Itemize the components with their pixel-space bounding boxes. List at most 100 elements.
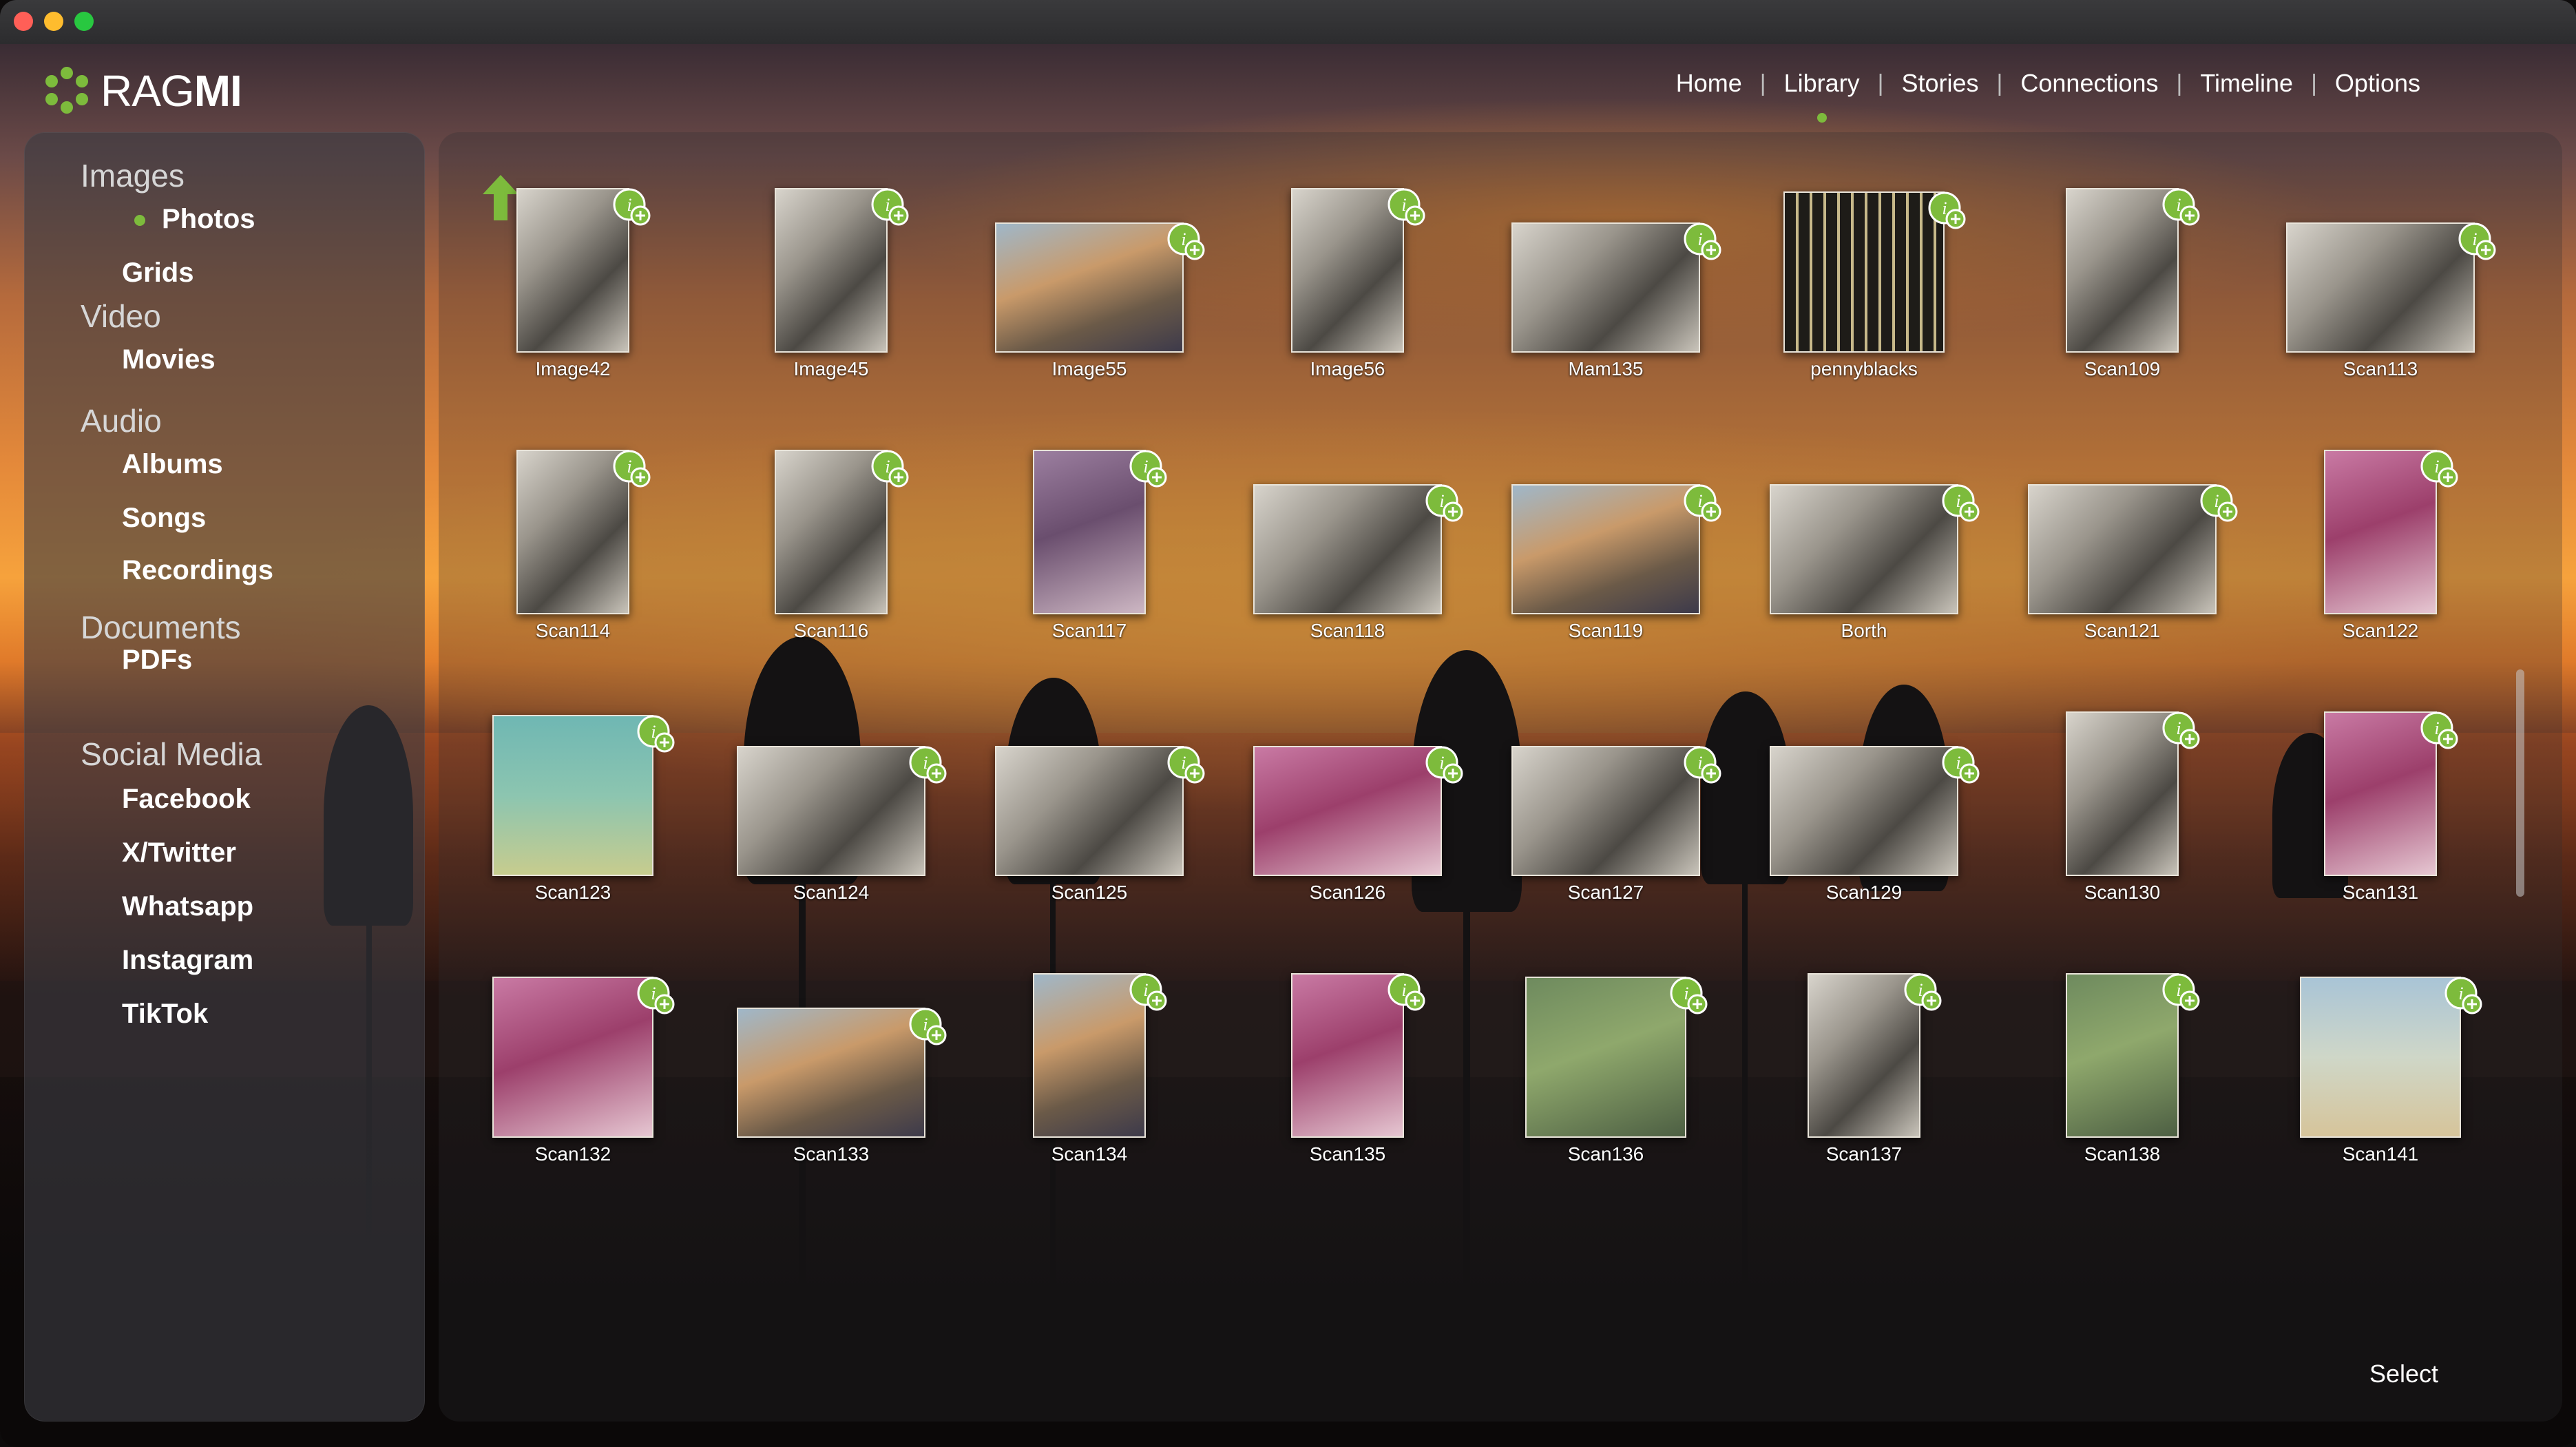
close-window-button[interactable] [14,12,33,31]
info-add-badge-icon[interactable]: i [637,977,676,1015]
info-add-badge-icon[interactable]: i [909,746,947,784]
sidebar-section-social-media[interactable]: Social Media [81,736,262,773]
photo-thumbnail[interactable] [995,746,1184,876]
sidebar-item-albums[interactable]: Albums [122,449,223,480]
photo-tile[interactable]: i pennyblacks [1747,187,1981,387]
sidebar-item-songs[interactable]: Songs [122,503,206,534]
photo-tile[interactable]: i Borth [1747,449,1981,649]
photo-tile[interactable]: i Scan109 [2005,187,2239,387]
photo-thumbnail[interactable] [1770,746,1958,876]
sidebar-section-audio[interactable]: Audio [81,402,162,439]
sidebar-item-movies[interactable]: Movies [122,344,216,375]
info-add-badge-icon[interactable]: i [1684,484,1722,523]
photo-tile[interactable]: i Scan131 [2263,711,2498,910]
photo-tile[interactable]: i Scan130 [2005,711,2239,910]
sidebar-section-documents[interactable]: Documents [81,609,241,646]
photo-tile[interactable]: i [456,1233,690,1331]
nav-connections[interactable]: Connections [2002,69,2176,98]
sidebar-section-images[interactable]: Images [81,157,185,194]
sidebar-item-photos[interactable]: Photos [134,204,255,235]
photo-tile[interactable]: i Scan133 [714,972,948,1172]
sidebar-item-grids[interactable]: Grids [122,258,193,289]
photo-tile[interactable]: i Image42 [456,187,690,387]
info-add-badge-icon[interactable]: i [909,1008,947,1046]
photo-tile[interactable]: i [1747,1233,1981,1331]
info-add-badge-icon[interactable]: i [2162,711,2201,750]
zoom-window-button[interactable] [74,12,94,31]
info-add-badge-icon[interactable]: i [1167,746,1206,784]
photo-tile[interactable]: i Scan127 [1489,711,1723,910]
photo-thumbnail[interactable] [1253,484,1442,614]
info-add-badge-icon[interactable]: i [1670,977,1708,1015]
photo-tile[interactable]: i Scan114 [456,449,690,649]
info-add-badge-icon[interactable]: i [613,450,651,488]
photo-tile[interactable]: i Image45 [714,187,948,387]
photo-thumbnail[interactable] [2300,977,2461,1138]
photo-thumbnail[interactable] [1770,484,1958,614]
info-add-badge-icon[interactable]: i [1425,484,1464,523]
select-button[interactable]: Select [2369,1360,2438,1388]
nav-library[interactable]: Library [1766,69,1878,123]
info-add-badge-icon[interactable]: i [1928,191,1967,230]
sidebar-item-whatsapp[interactable]: Whatsapp [122,891,253,922]
sidebar-item-facebook[interactable]: Facebook [122,784,251,815]
info-add-badge-icon[interactable]: i [1388,973,1426,1012]
photo-tile[interactable]: i Scan119 [1489,449,1723,649]
info-add-badge-icon[interactable]: i [2200,484,2239,523]
photo-tile[interactable]: i Scan113 [2263,187,2498,387]
info-add-badge-icon[interactable]: i [871,450,910,488]
photo-tile[interactable]: i Scan121 [2005,449,2239,649]
info-add-badge-icon[interactable]: i [1942,746,1980,784]
photo-tile[interactable]: i Scan136 [1489,972,1723,1172]
photo-tile[interactable]: i Scan125 [972,711,1206,910]
photo-tile[interactable]: i [1231,1233,1465,1331]
info-add-badge-icon[interactable]: i [2444,977,2483,1015]
info-add-badge-icon[interactable]: i [2420,711,2459,750]
info-add-badge-icon[interactable]: i [1388,188,1426,227]
sidebar-section-video[interactable]: Video [81,298,161,335]
photo-thumbnail[interactable] [737,746,925,876]
photo-thumbnail[interactable] [2028,484,2217,614]
photo-thumbnail[interactable] [1511,746,1700,876]
photo-tile[interactable]: i Image56 [1231,187,1465,387]
photo-thumbnail[interactable] [1253,746,1442,876]
nav-home[interactable]: Home [1658,69,1760,98]
photo-tile[interactable]: i Scan141 [2263,972,2498,1172]
photo-tile[interactable]: i Scan118 [1231,449,1465,649]
photo-tile[interactable]: i [972,1233,1206,1331]
photo-tile[interactable]: i Scan129 [1747,711,1981,910]
info-add-badge-icon[interactable]: i [2162,973,2201,1012]
photo-tile[interactable]: i Scan135 [1231,972,1465,1172]
photo-thumbnail[interactable] [995,222,1184,353]
photo-tile[interactable]: i Image55 [972,187,1206,387]
photo-tile[interactable]: i Mam135 [1489,187,1723,387]
photo-tile[interactable]: i Scan116 [714,449,948,649]
photo-thumbnail[interactable] [1783,191,1945,353]
info-add-badge-icon[interactable]: i [637,715,676,753]
sidebar-item-recordings[interactable]: Recordings [122,555,273,586]
sidebar-item-tiktok[interactable]: TikTok [122,999,208,1030]
info-add-badge-icon[interactable]: i [1904,973,1943,1012]
photo-thumbnail[interactable] [1511,222,1700,353]
photo-thumbnail[interactable] [2286,222,2475,353]
scrollbar[interactable] [2516,669,2524,897]
photo-tile[interactable]: i Scan134 [972,972,1206,1172]
nav-stories[interactable]: Stories [1884,69,1997,98]
info-add-badge-icon[interactable]: i [871,188,910,227]
photo-tile[interactable]: i Scan123 [456,711,690,910]
photo-tile[interactable]: i Scan132 [456,972,690,1172]
photo-tile[interactable]: i [2005,1233,2239,1331]
photo-thumbnail[interactable] [1525,977,1686,1138]
photo-tile[interactable]: i Scan122 [2263,449,2498,649]
sidebar-item-pdfs[interactable]: PDFs [122,645,192,676]
ragmi-logo[interactable]: RAGMI [43,63,242,118]
sidebar-item-instagram[interactable]: Instagram [122,945,253,976]
info-add-badge-icon[interactable]: i [1684,746,1722,784]
photo-tile[interactable]: i Scan138 [2005,972,2239,1172]
photo-thumbnail[interactable] [492,715,653,876]
info-add-badge-icon[interactable]: i [1942,484,1980,523]
photo-tile[interactable]: i Scan124 [714,711,948,910]
photo-tile[interactable]: i Scan126 [1231,711,1465,910]
photo-tile[interactable]: i [2263,1233,2498,1331]
info-add-badge-icon[interactable]: i [1167,222,1206,261]
